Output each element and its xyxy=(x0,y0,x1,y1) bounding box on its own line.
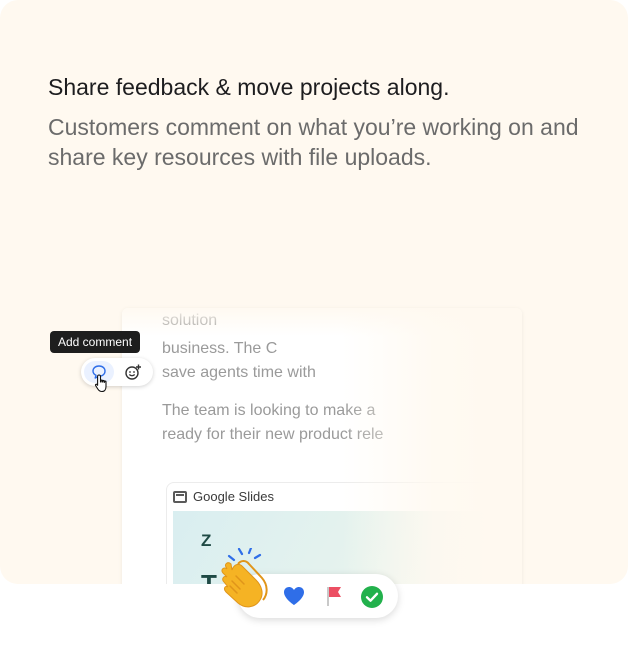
add-comment-tooltip: Add comment xyxy=(50,331,141,353)
slides-icon xyxy=(173,490,187,503)
add-reaction-button[interactable] xyxy=(119,361,147,383)
document-line: The team is looking to make a xyxy=(162,402,376,419)
document-line: business. The C xyxy=(162,340,278,357)
add-emoji-icon xyxy=(125,364,141,380)
document-line: solution xyxy=(162,312,218,329)
thumbnail-text: Z xyxy=(201,531,212,550)
heart-icon[interactable] xyxy=(282,585,306,607)
check-icon[interactable] xyxy=(360,585,384,609)
attachment-header: Google Slides xyxy=(173,489,274,504)
clapping-hands-icon[interactable] xyxy=(212,548,274,612)
subheadline: Customers comment on what you’re working… xyxy=(48,114,579,170)
pointer-cursor-icon xyxy=(94,374,107,393)
flag-icon[interactable] xyxy=(324,585,344,607)
attachment-title: Google Slides xyxy=(193,489,274,504)
comment-toolbar xyxy=(81,358,153,386)
document-preview: solution business. The C save agents tim… xyxy=(122,308,522,584)
document-line: save agents time with xyxy=(162,364,316,381)
document-line: ready for their new product rele xyxy=(162,426,384,443)
feature-card: Share feedback & move projects along. Cu… xyxy=(0,0,628,584)
headline: Share feedback & move projects along. xyxy=(48,74,450,100)
